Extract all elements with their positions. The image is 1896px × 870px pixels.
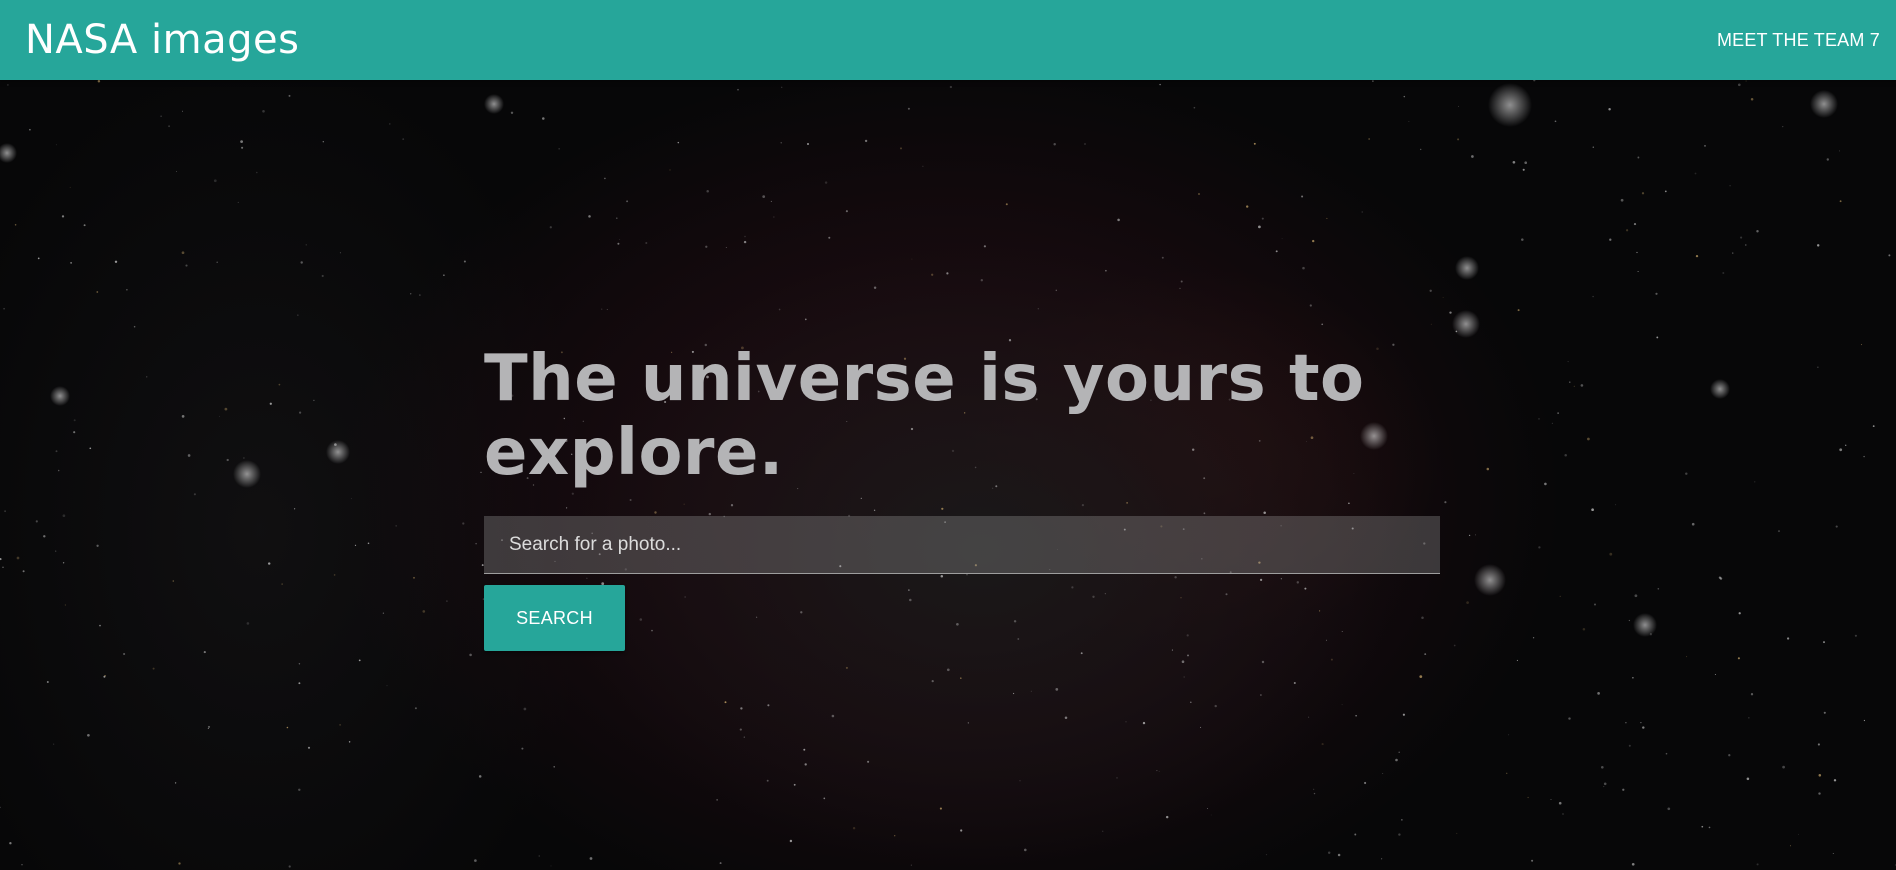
meet-the-team-link[interactable]: MEET THE TEAM 7 xyxy=(1717,30,1880,51)
hero-headline-line-1: The universe is yours to xyxy=(484,342,1365,416)
hero-headline-line-2: explore. xyxy=(484,416,784,490)
top-navbar: NASA images MEET THE TEAM 7 xyxy=(0,0,1896,80)
search-button[interactable]: SEARCH xyxy=(484,585,625,651)
hero-content: The universe is yours to explore. SEARCH xyxy=(484,342,1440,651)
hero-headline: The universe is yours to explore. xyxy=(484,342,1440,490)
brand-logo[interactable]: NASA images xyxy=(25,20,299,60)
hero-section: The universe is yours to explore. SEARCH xyxy=(0,80,1896,870)
search-input[interactable] xyxy=(484,516,1440,574)
